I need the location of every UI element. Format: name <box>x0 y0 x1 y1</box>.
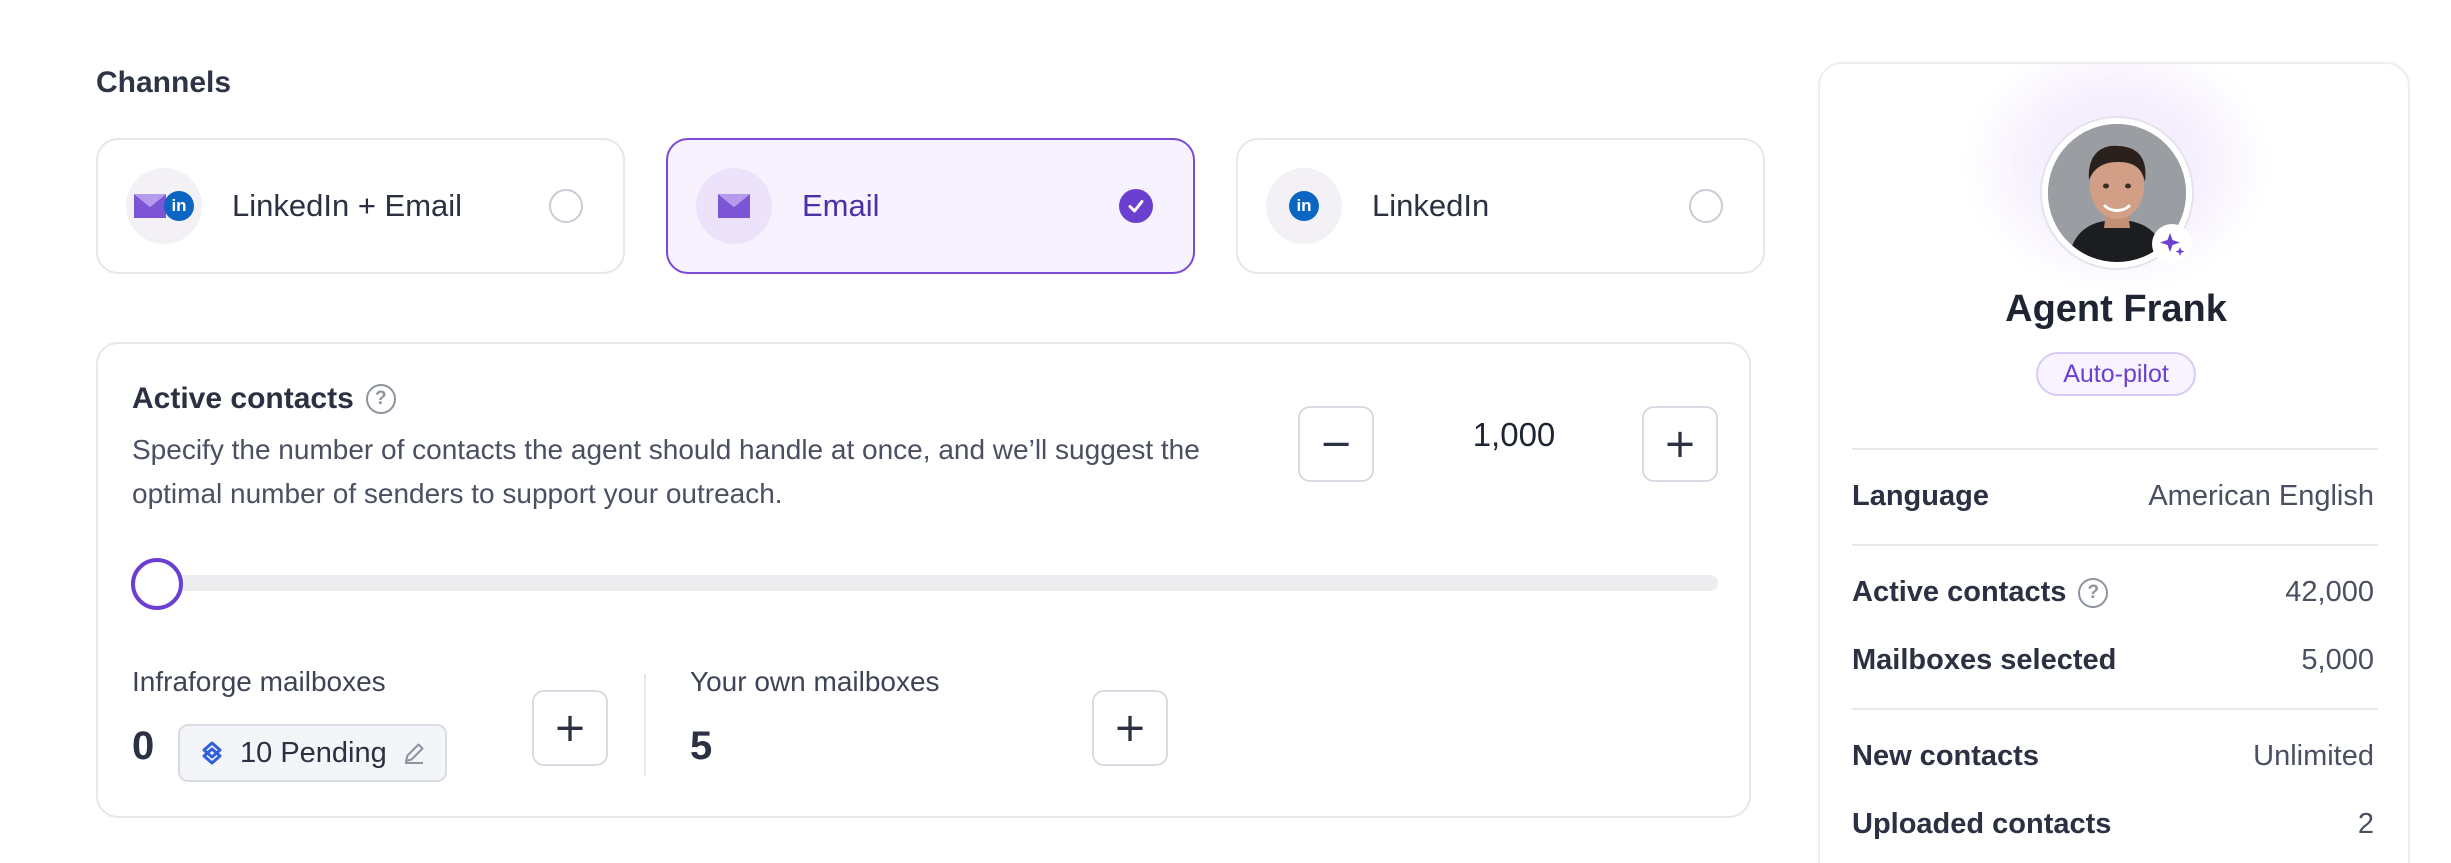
infraforge-mailboxes-value: 0 <box>132 724 155 768</box>
check-icon <box>1128 200 1144 213</box>
linkedin-icon: in <box>164 191 194 221</box>
active-contacts-heading: Active contacts ? <box>132 382 396 416</box>
sparkle-icon <box>2152 224 2192 264</box>
channel-option-linkedin[interactable]: in LinkedIn <box>1236 138 1765 274</box>
agent-summary-card: Agent Frank Auto-pilot Language American… <box>1818 62 2410 863</box>
contacts-slider-thumb[interactable] <box>131 558 183 610</box>
sync-icon <box>202 741 222 765</box>
active-contacts-total: 42,000 <box>2285 576 2374 608</box>
linkedin-icon: in <box>1289 191 1319 221</box>
uploaded-contacts-value: 2 <box>2357 808 2374 840</box>
channel-label: Email <box>802 188 880 223</box>
channel-option-linkedin-email[interactable]: in LinkedIn + Email <box>96 138 625 274</box>
language-label: Language <box>1852 480 1989 512</box>
mode-badge: Auto-pilot <box>2036 352 2196 396</box>
radio-unchecked[interactable] <box>1689 189 1723 223</box>
linkedin-icon-wrapper: in <box>1266 168 1342 244</box>
mailboxes-selected-value: 5,000 <box>2301 644 2374 676</box>
active-contacts-description: Specify the number of contacts the agent… <box>132 434 1200 509</box>
divider <box>1852 448 2378 450</box>
active-contacts-title: Active contacts <box>132 382 354 415</box>
help-icon[interactable]: ? <box>365 384 396 414</box>
infraforge-mailboxes-label: Infraforge mailboxes <box>132 666 386 697</box>
mailboxes-selected-label: Mailboxes selected <box>1852 644 2117 676</box>
own-mailboxes-value: 5 <box>690 724 713 768</box>
active-contacts-card: Active contacts ? Specify the number of … <box>96 342 1751 818</box>
pencil-icon[interactable] <box>401 740 427 766</box>
channels-title: Channels <box>96 66 232 99</box>
plus-icon: + <box>1663 421 1697 467</box>
add-own-mailbox-button[interactable]: + <box>1092 690 1168 766</box>
uploaded-contacts-label: Uploaded contacts <box>1852 808 2112 840</box>
minus-icon: − <box>1319 421 1353 467</box>
contacts-slider-track[interactable] <box>132 575 1718 591</box>
channel-option-email[interactable]: Email <box>666 138 1195 274</box>
envelope-icon <box>718 194 750 218</box>
own-mailboxes-label: Your own mailboxes <box>690 666 940 697</box>
plus-icon: + <box>1113 705 1147 751</box>
increment-button[interactable]: + <box>1642 406 1718 482</box>
radio-checked[interactable] <box>1119 189 1153 223</box>
decrement-button[interactable]: − <box>1298 406 1374 482</box>
linkedin-email-icon: in <box>126 168 202 244</box>
language-value: American English <box>2148 480 2374 512</box>
new-contacts-label: New contacts <box>1852 740 2039 772</box>
pending-badge[interactable]: 10 Pending <box>178 724 447 782</box>
channel-label: LinkedIn + Email <box>232 188 463 223</box>
radio-unchecked[interactable] <box>549 189 583 223</box>
divider <box>1852 708 2378 710</box>
envelope-icon <box>134 194 166 218</box>
agent-name: Agent Frank <box>2005 288 2227 330</box>
plus-icon: + <box>553 705 587 751</box>
divider <box>1852 544 2378 546</box>
channel-label: LinkedIn <box>1372 188 1490 223</box>
active-contacts-value[interactable]: 1,000 <box>1434 416 1594 454</box>
active-contacts-row-label: Active contacts ? <box>1852 576 2109 609</box>
add-infraforge-mailbox-button[interactable]: + <box>532 690 608 766</box>
pending-label: 10 Pending <box>240 736 387 769</box>
help-icon[interactable]: ? <box>2078 577 2109 608</box>
divider <box>644 674 646 776</box>
new-contacts-value: Unlimited <box>2253 740 2374 772</box>
active-contacts-label: Active contacts <box>1852 576 2067 608</box>
email-icon-wrapper <box>696 168 772 244</box>
